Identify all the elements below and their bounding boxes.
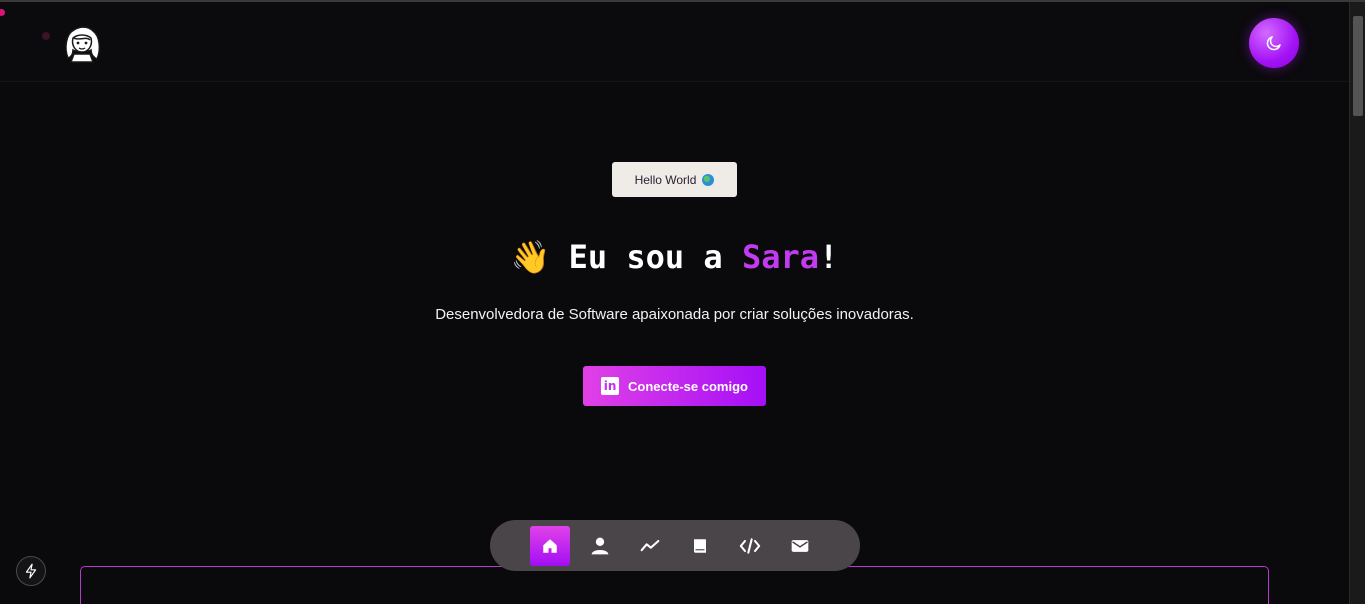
bottom-nav [490, 520, 860, 571]
nav-home-button[interactable] [530, 525, 570, 566]
linkedin-icon: in [601, 377, 620, 395]
title-prefix: Eu sou a [568, 238, 742, 276]
decorative-dot [0, 9, 5, 16]
title-name: Sara [741, 238, 820, 276]
decorative-dot-small [42, 32, 50, 40]
user-icon [591, 537, 609, 554]
title-suffix: ! [819, 238, 839, 276]
nav-about-button[interactable] [580, 526, 620, 566]
site-header [0, 2, 1349, 82]
nav-education-button[interactable] [680, 526, 720, 566]
logo-girl-avatar-icon[interactable] [60, 24, 104, 64]
nav-projects-button[interactable] [730, 526, 770, 566]
scrollbar-thumb[interactable] [1353, 16, 1363, 116]
book-icon [694, 538, 706, 553]
hello-world-badge: Hello World [612, 162, 737, 197]
page: Hello World 👋 Eu sou a Sara! Desenvolvedo… [0, 0, 1365, 604]
linkedin-connect-button[interactable]: in Conecte-se comigo [583, 366, 766, 406]
mail-icon [791, 539, 809, 552]
lightning-icon [25, 563, 37, 579]
home-icon [543, 538, 557, 553]
waving-hand-icon: 👋 [510, 238, 551, 276]
code-icon [739, 537, 761, 554]
nav-contact-button[interactable] [780, 526, 820, 566]
globe-icon [702, 173, 715, 186]
chart-icon [640, 539, 660, 551]
moon-icon [1266, 36, 1281, 51]
hero-title: 👋 Eu sou a Sara! [0, 238, 1349, 276]
content-card [80, 566, 1269, 604]
theme-toggle-button[interactable] [1249, 18, 1299, 68]
page-scrollbar[interactable] [1349, 2, 1365, 604]
quick-action-button[interactable] [16, 556, 46, 586]
hero-subtitle: Desenvolvedora de Software apaixonada po… [435, 306, 914, 323]
badge-text: Hello World [634, 172, 697, 187]
nav-skills-button[interactable] [630, 526, 670, 566]
cta-label: Conecte-se comigo [628, 378, 748, 394]
